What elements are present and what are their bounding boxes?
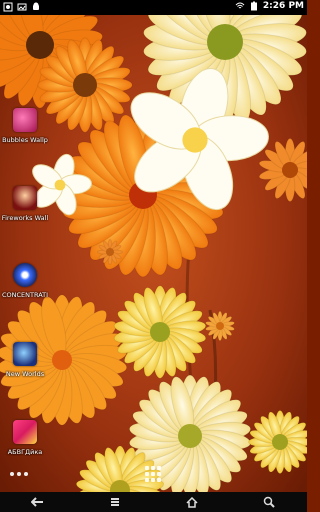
search-button[interactable] bbox=[259, 494, 279, 510]
shortcut-label: Bubbles Wallp bbox=[2, 136, 48, 144]
fireworks-icon bbox=[13, 186, 37, 210]
back-icon bbox=[31, 497, 44, 507]
home-icon bbox=[186, 496, 198, 508]
planet-icon bbox=[13, 342, 37, 366]
app-drawer-button[interactable] bbox=[145, 466, 161, 482]
shortcut-fireworks[interactable]: Fireworks Wall bbox=[1, 186, 49, 222]
wifi-icon bbox=[235, 1, 245, 11]
shortcut-bubbles[interactable]: Bubbles Wallp bbox=[1, 108, 49, 144]
image-icon bbox=[17, 2, 27, 12]
home-button[interactable] bbox=[182, 494, 202, 510]
android-icon bbox=[31, 2, 41, 12]
abc-blocks-icon bbox=[13, 420, 37, 444]
status-bar: 2:26 PM bbox=[0, 0, 307, 15]
back-button[interactable] bbox=[28, 494, 48, 510]
navigation-bar bbox=[0, 492, 307, 512]
shortcut-new-worlds[interactable]: New Worlds bbox=[1, 342, 49, 378]
shortcut-label: Fireworks Wall bbox=[1, 214, 49, 222]
page-indicator bbox=[10, 472, 28, 476]
bubbles-icon bbox=[13, 108, 37, 132]
wallpaper-icon bbox=[3, 2, 13, 12]
shortcut-label: АБВГДйка bbox=[7, 448, 43, 456]
shortcut-abvgdeyka[interactable]: АБВГДйка bbox=[1, 420, 49, 456]
status-time: 2:26 PM bbox=[262, 1, 304, 11]
shortcut-label: New Worlds bbox=[5, 370, 45, 378]
eye-icon bbox=[13, 263, 37, 287]
page-dot bbox=[10, 472, 14, 476]
search-icon bbox=[263, 496, 275, 508]
shortcut-concentration[interactable]: CONCENTRATI bbox=[1, 263, 49, 299]
menu-icon bbox=[111, 498, 120, 506]
page-dot bbox=[17, 472, 21, 476]
battery-icon bbox=[249, 1, 259, 11]
page-dot bbox=[24, 472, 28, 476]
shortcut-label: CONCENTRATI bbox=[1, 291, 49, 299]
menu-button[interactable] bbox=[105, 494, 125, 510]
